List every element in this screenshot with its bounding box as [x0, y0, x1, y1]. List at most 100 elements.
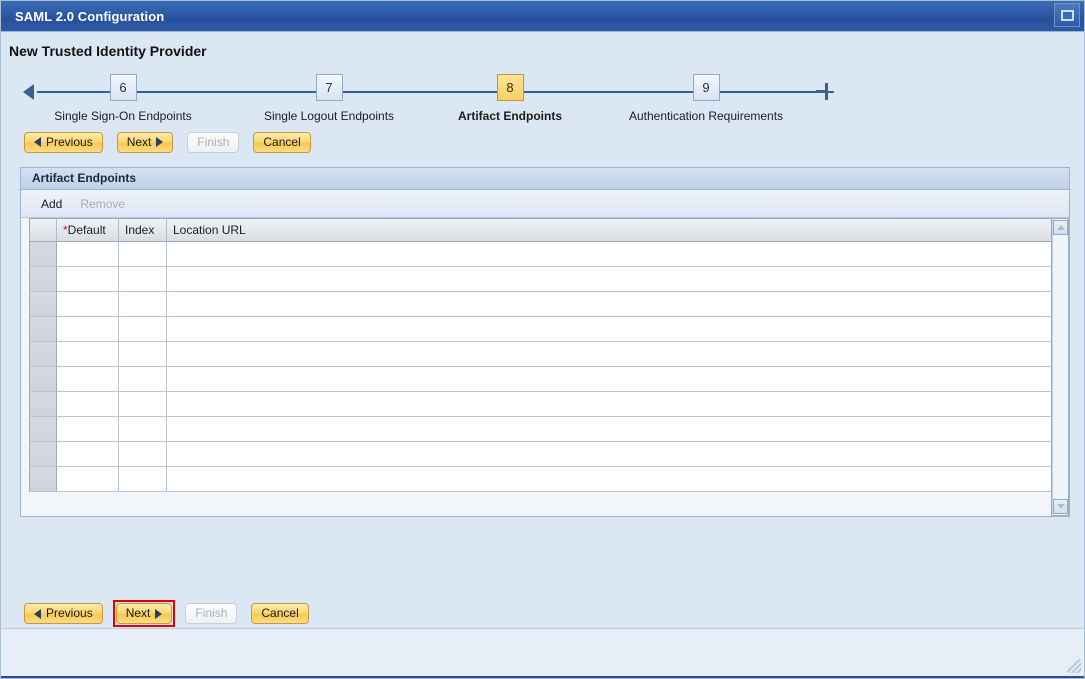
cancel-button-top-label: Cancel: [263, 133, 300, 152]
wizard-step-7-number[interactable]: 7: [316, 74, 343, 101]
wizard-step-6-number[interactable]: 6: [110, 74, 137, 101]
table-cell[interactable]: [119, 342, 167, 367]
wizard-step-indicator: 6 Single Sign-On Endpoints 7 Single Logo…: [1, 64, 1084, 127]
wizard-step-6[interactable]: 6 Single Sign-On Endpoints: [29, 74, 217, 123]
table-cell[interactable]: [119, 267, 167, 292]
wizard-step-6-label: Single Sign-On Endpoints: [29, 109, 217, 123]
row-select-cell[interactable]: [29, 242, 57, 267]
column-header-index[interactable]: Index: [119, 219, 167, 241]
previous-button-top[interactable]: Previous: [24, 132, 103, 153]
table-cell[interactable]: [119, 242, 167, 267]
cancel-button-top[interactable]: Cancel: [253, 132, 310, 153]
column-header-select: [29, 219, 57, 241]
row-select-cell[interactable]: [29, 417, 57, 442]
table-cell[interactable]: [167, 267, 1051, 292]
table-cell[interactable]: [57, 442, 119, 467]
wizard-toolbar-top: Previous Next Finish Cancel: [1, 127, 1084, 157]
table-cell[interactable]: [167, 292, 1051, 317]
table-cell[interactable]: [167, 442, 1051, 467]
arrow-right-icon: [155, 609, 162, 619]
table-cell[interactable]: [119, 467, 167, 492]
previous-button-bottom-wrap: Previous: [20, 599, 107, 628]
table-cell[interactable]: [57, 342, 119, 367]
page-title: New Trusted Identity Provider: [1, 32, 1084, 64]
table-cell[interactable]: [57, 367, 119, 392]
table-cell[interactable]: [119, 292, 167, 317]
table-cell[interactable]: [119, 317, 167, 342]
table-cell[interactable]: [57, 267, 119, 292]
table-cell[interactable]: [119, 367, 167, 392]
table-vertical-scrollbar[interactable]: [1052, 218, 1069, 516]
table-cell[interactable]: [167, 242, 1051, 267]
finish-button-bottom-label: Finish: [195, 604, 227, 623]
table-header-row: *Default Index Location URL: [29, 218, 1051, 242]
table-row[interactable]: [29, 367, 1051, 392]
table-cell[interactable]: [57, 417, 119, 442]
table-cell[interactable]: [167, 342, 1051, 367]
wizard-step-8-number[interactable]: 8: [497, 74, 524, 101]
wizard-step-8[interactable]: 8 Artifact Endpoints: [453, 74, 567, 123]
previous-button-bottom[interactable]: Previous: [24, 603, 103, 624]
table-cell[interactable]: [167, 392, 1051, 417]
wizard-end-cap-icon: [825, 83, 828, 100]
row-select-cell[interactable]: [29, 367, 57, 392]
finish-button-top-label: Finish: [197, 133, 229, 152]
row-select-cell[interactable]: [29, 292, 57, 317]
finish-button-top: Finish: [187, 132, 239, 153]
cancel-button-top-wrap: Cancel: [249, 128, 314, 157]
scroll-up-button[interactable]: [1053, 220, 1068, 235]
table-row[interactable]: [29, 292, 1051, 317]
wizard-page: New Trusted Identity Provider 6 Single S…: [1, 32, 1084, 678]
table-cell[interactable]: [57, 317, 119, 342]
add-row-button[interactable]: Add: [41, 197, 62, 211]
table-cell[interactable]: [119, 442, 167, 467]
table-row[interactable]: [29, 442, 1051, 467]
table-cell[interactable]: [57, 242, 119, 267]
next-button-bottom[interactable]: Next: [116, 603, 173, 624]
finish-button-bottom-wrap: Finish: [181, 599, 241, 628]
row-select-cell[interactable]: [29, 442, 57, 467]
table-row[interactable]: [29, 417, 1051, 442]
cancel-button-bottom[interactable]: Cancel: [251, 603, 308, 624]
table-row[interactable]: [29, 242, 1051, 267]
window-footer: [1, 628, 1084, 676]
column-header-location-url[interactable]: Location URL: [167, 219, 1051, 241]
wizard-step-9[interactable]: 9 Authentication Requirements: [599, 74, 813, 123]
artifact-endpoints-panel: Artifact Endpoints Add Remove *Default I…: [20, 167, 1070, 517]
table-row[interactable]: [29, 392, 1051, 417]
column-header-default[interactable]: *Default: [57, 219, 119, 241]
table-cell[interactable]: [57, 392, 119, 417]
arrow-left-icon: [34, 609, 41, 619]
window-controls: [1054, 3, 1080, 27]
wizard-step-9-number[interactable]: 9: [693, 74, 720, 101]
row-select-cell[interactable]: [29, 317, 57, 342]
table-cell[interactable]: [167, 467, 1051, 492]
table-cell[interactable]: [57, 292, 119, 317]
scroll-up-arrow-icon: [1057, 225, 1065, 230]
saml-configuration-window: SAML 2.0 Configuration New Trusted Ident…: [0, 0, 1085, 679]
table-cell[interactable]: [119, 417, 167, 442]
table-row[interactable]: [29, 317, 1051, 342]
table-cell[interactable]: [167, 367, 1051, 392]
table-row[interactable]: [29, 467, 1051, 492]
scroll-down-button[interactable]: [1053, 499, 1068, 514]
table-row[interactable]: [29, 342, 1051, 367]
restore-window-icon: [1061, 10, 1074, 21]
table-cell[interactable]: [57, 467, 119, 492]
table-cell[interactable]: [167, 417, 1051, 442]
next-button-bottom-label: Next: [126, 604, 151, 623]
next-button-top[interactable]: Next: [117, 132, 174, 153]
row-select-cell[interactable]: [29, 467, 57, 492]
wizard-toolbar-bottom: Previous Next Finish Cancel: [1, 597, 1084, 628]
table-row[interactable]: [29, 267, 1051, 292]
arrow-left-icon: [34, 137, 41, 147]
table-cell[interactable]: [167, 317, 1051, 342]
table-cell[interactable]: [119, 392, 167, 417]
restore-window-button[interactable]: [1054, 3, 1080, 27]
resize-grip-icon[interactable]: [1067, 659, 1081, 673]
row-select-cell[interactable]: [29, 342, 57, 367]
window-titlebar: SAML 2.0 Configuration: [1, 1, 1084, 32]
row-select-cell[interactable]: [29, 392, 57, 417]
wizard-step-7[interactable]: 7 Single Logout Endpoints: [243, 74, 415, 123]
row-select-cell[interactable]: [29, 267, 57, 292]
